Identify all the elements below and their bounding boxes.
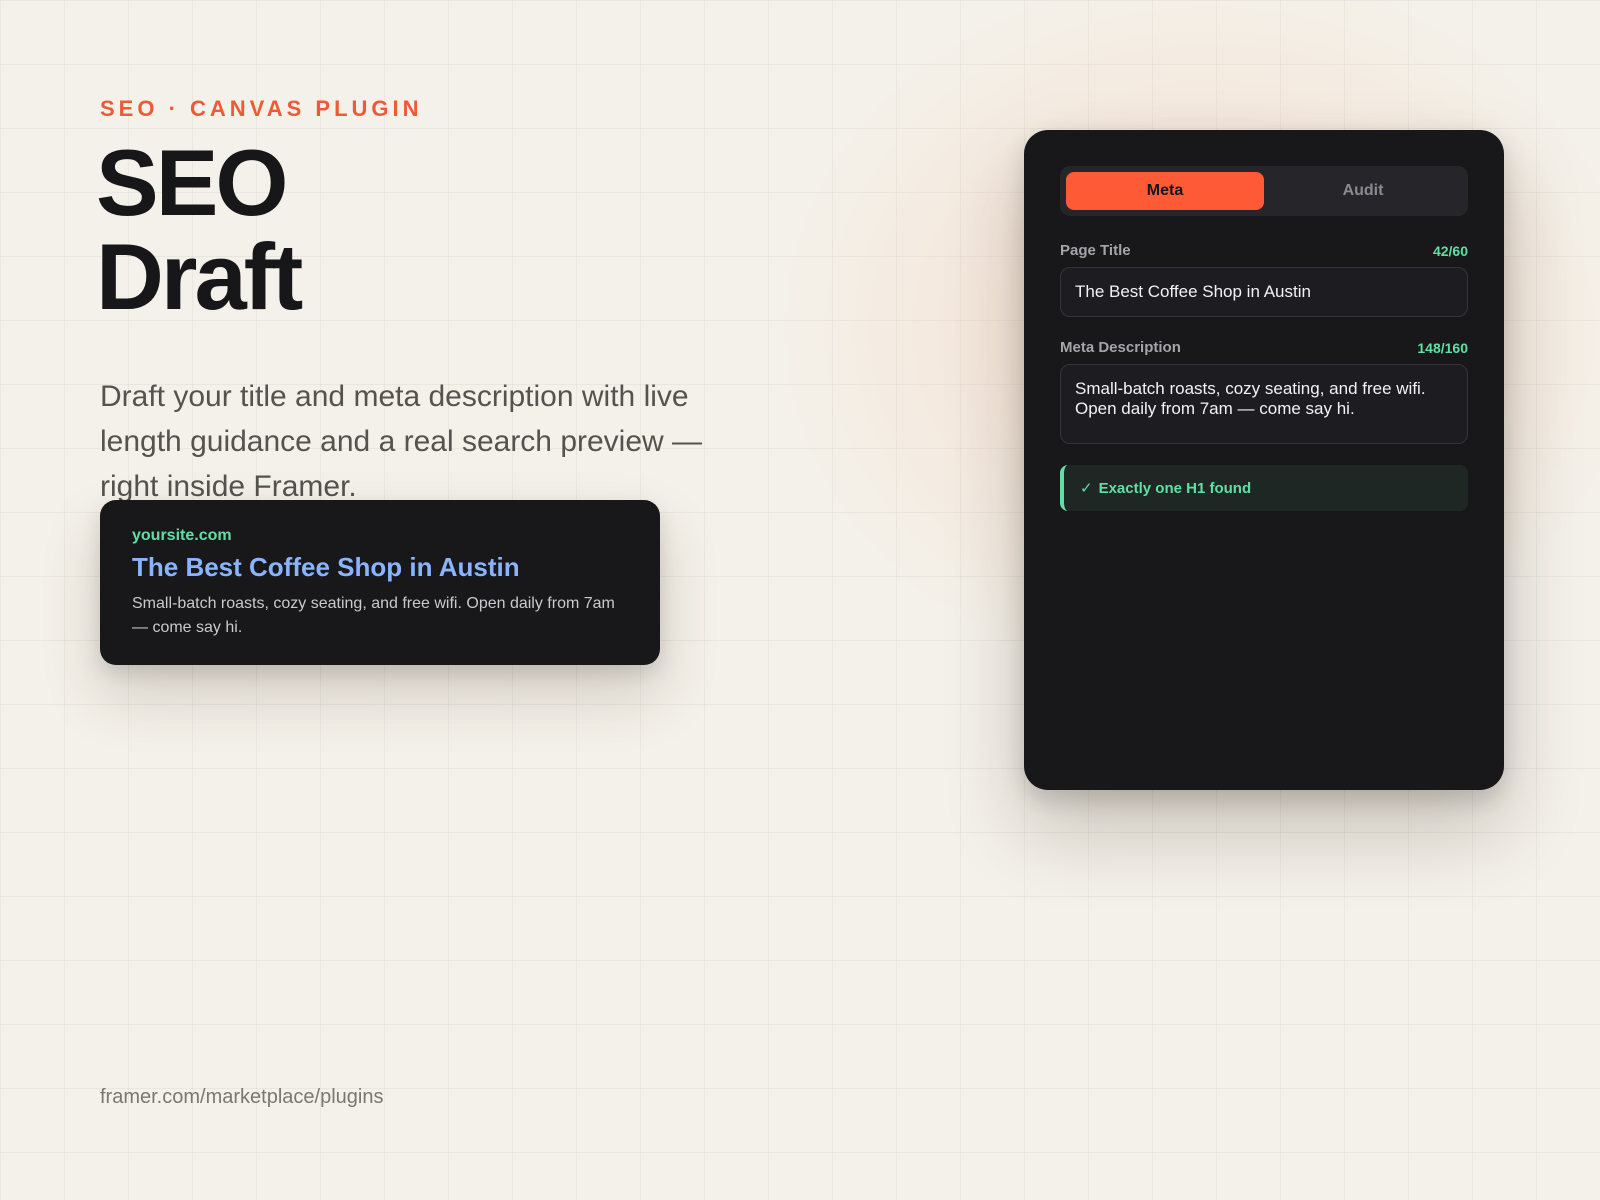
h1-audit-message: Exactly one H1 found xyxy=(1098,479,1252,497)
page-title-line-1: SEO xyxy=(96,130,289,235)
plugin-panel: Meta Audit Page Title 42/60 The Best Cof… xyxy=(1024,130,1504,790)
meta-description-textarea[interactable]: Small-batch roasts, cozy seating, and fr… xyxy=(1060,364,1468,444)
meta-description-char-count: 148/160 xyxy=(1417,339,1468,356)
page-title-char-count: 42/60 xyxy=(1432,242,1468,259)
meta-description-field-header: Meta Description 148/160 xyxy=(1060,339,1468,356)
search-preview-description: Small-batch roasts, cozy seating, and fr… xyxy=(132,595,615,636)
marketplace-link[interactable]: framer.com/marketplace/plugins xyxy=(100,1086,383,1109)
page-title-label: Page Title xyxy=(1060,242,1131,259)
search-preview-card: yoursite.com The Best Coffee Shop in Aus… xyxy=(100,500,660,665)
search-preview-title: The Best Coffee Shop in Austin xyxy=(132,552,520,582)
page-title-field-header: Page Title 42/60 xyxy=(1060,242,1468,259)
tab-meta[interactable]: Meta xyxy=(1066,172,1264,210)
page-title-input[interactable]: The Best Coffee Shop in Austin xyxy=(1060,267,1468,317)
meta-description-label: Meta Description xyxy=(1060,339,1181,356)
h1-audit-status: ✓ Exactly one H1 found xyxy=(1060,465,1468,511)
tab-bar: Meta Audit xyxy=(1060,166,1468,216)
check-icon: ✓ xyxy=(1080,480,1093,497)
search-preview-domain: yoursite.com xyxy=(132,527,232,544)
page-title: SEO Draft xyxy=(96,130,303,329)
hero-description: Draft your title and meta description wi… xyxy=(100,380,703,503)
tab-audit[interactable]: Audit xyxy=(1264,172,1462,210)
eyebrow-label: SEO · CANVAS PLUGIN xyxy=(100,96,423,121)
page-title-line-2: Draft xyxy=(96,224,303,329)
